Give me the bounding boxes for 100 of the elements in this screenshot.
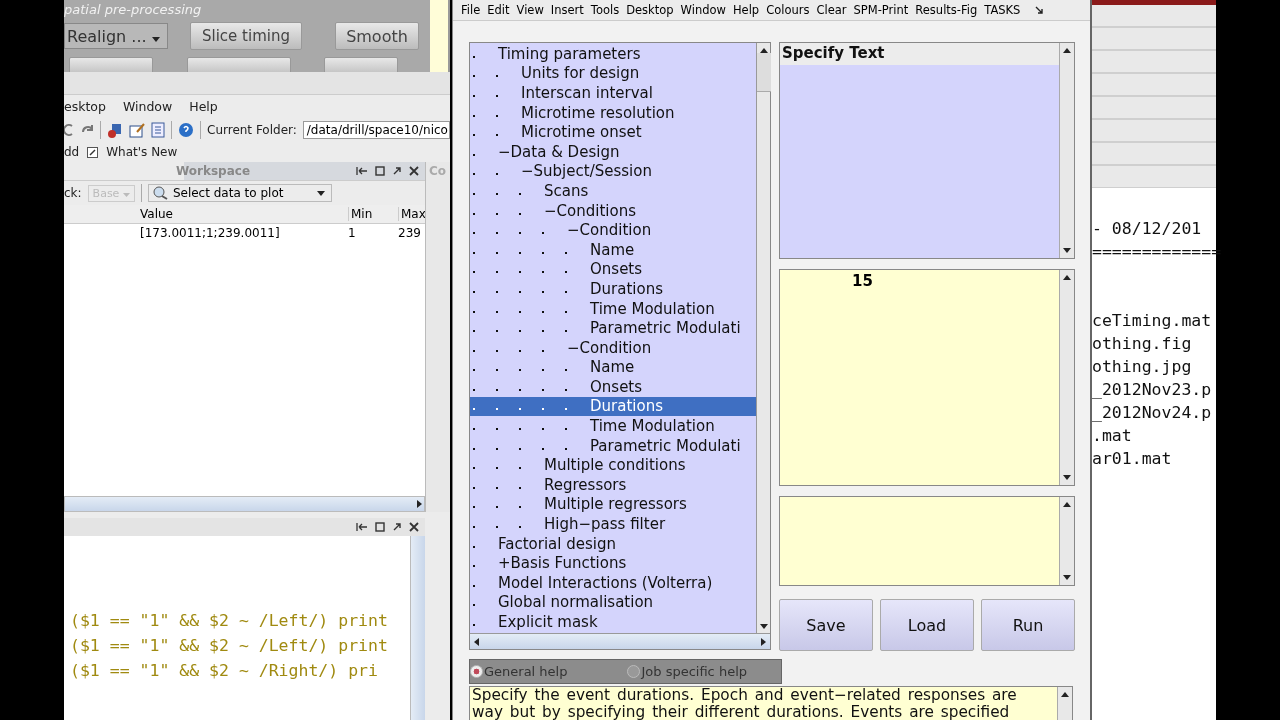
tree-item[interactable]: Multiple regressors [470, 494, 756, 515]
menu-item[interactable]: Insert [550, 3, 584, 17]
menu-item[interactable]: esktop [64, 99, 106, 114]
horizontal-scrollbar[interactable] [64, 496, 425, 512]
tree-item[interactable]: High−pass filter [470, 514, 756, 534]
code-line: ($1 == "1" && $2 ~ /Right/) pri [70, 660, 379, 682]
undock-icon[interactable] [356, 522, 368, 532]
arrow-icon[interactable] [392, 166, 402, 176]
menu-item[interactable]: Colours [766, 3, 810, 17]
maximize-icon[interactable] [375, 166, 385, 176]
maximize-icon[interactable] [375, 522, 385, 532]
radio-option[interactable]: Job specific help [627, 664, 747, 679]
radio-option[interactable]: General help [470, 664, 568, 679]
action-button[interactable]: Save [779, 599, 873, 651]
vertical-scrollbar[interactable] [756, 43, 770, 633]
tree-item[interactable]: −Data & Design [470, 141, 756, 162]
tree-item[interactable]: −Condition [470, 220, 756, 240]
tree-item[interactable]: Time Modulation [470, 298, 756, 319]
panel-title: Workspace [176, 164, 251, 178]
panel-title: Specify Text [780, 43, 1059, 65]
tree-item[interactable]: Parametric Modulati [470, 435, 756, 456]
vertical-scrollbar[interactable] [1057, 687, 1072, 720]
menu-item[interactable]: TASKS [984, 3, 1021, 17]
tree-item[interactable]: Model Interactions (Volterra) [470, 573, 756, 593]
module-button[interactable]: Smooth [335, 22, 419, 50]
tree-item[interactable]: −Conditions [470, 200, 756, 221]
scroll-down-icon[interactable] [1063, 248, 1071, 253]
tree-item[interactable]: Regressors [470, 475, 756, 495]
tree-item[interactable]: Factorial design [470, 533, 756, 554]
scroll-up-icon[interactable] [1063, 48, 1071, 53]
tree-item[interactable]: Timing parameters [470, 44, 756, 64]
realign-dropdown[interactable]: Realign ... [64, 23, 168, 49]
tree-item[interactable]: +Basis Functions [470, 553, 756, 574]
menu-item[interactable]: Tools [590, 3, 620, 17]
action-button[interactable]: Run [981, 599, 1075, 651]
tree-item[interactable]: −Subject/Session [470, 161, 756, 182]
arrow-icon[interactable] [1035, 6, 1044, 14]
scroll-up-icon[interactable] [1061, 692, 1069, 697]
close-icon[interactable] [409, 166, 419, 176]
scroll-thumb[interactable] [756, 53, 771, 92]
undo-icon[interactable] [64, 123, 74, 137]
column-header[interactable]: Min [348, 207, 398, 221]
output-line: .mat [1092, 426, 1132, 445]
current-folder-field[interactable]: /data/drill/space10/nico [302, 121, 450, 139]
output-line: - 08/12/201 [1092, 219, 1202, 238]
scroll-down-icon[interactable] [759, 624, 768, 629]
menu-item[interactable]: Clear [816, 3, 847, 17]
panel-title: patial pre-processing [64, 2, 203, 18]
tree-item[interactable]: Durations [470, 396, 756, 417]
tree-item[interactable]: Durations [470, 279, 756, 299]
table-cell-text: [173.0011;1;239.0011] [140, 226, 281, 240]
current-folder-label: Current Folder: [207, 123, 297, 137]
menu-item[interactable]: Help [189, 99, 218, 114]
scroll-right-icon[interactable] [415, 500, 424, 508]
tree-item[interactable]: Microtime resolution [470, 102, 756, 123]
caret-icon [122, 192, 130, 197]
tree-item[interactable]: −Condition [470, 337, 756, 358]
shortcut-item[interactable]: dd [64, 145, 80, 159]
tree-item[interactable]: Name [470, 357, 756, 378]
help-icon[interactable] [178, 122, 194, 138]
window-edge [430, 0, 450, 72]
tree-item[interactable]: Units for design [470, 63, 756, 84]
menu-item[interactable]: Edit [487, 3, 510, 17]
tree-item[interactable]: Global normalisation [470, 592, 756, 613]
tree-item[interactable]: Explicit mask [470, 612, 756, 632]
tree-item[interactable]: Name [470, 239, 756, 260]
menu-item[interactable]: Window [680, 3, 726, 17]
code-line: ($1 == "1" && $2 ~ /Left/) print [70, 610, 389, 632]
action-button[interactable]: Load [880, 599, 974, 651]
arrow-icon[interactable] [392, 522, 402, 532]
column-header[interactable]: Value [140, 207, 348, 221]
horizontal-scrollbar[interactable] [470, 633, 770, 649]
tree-item[interactable]: Multiple conditions [470, 455, 756, 476]
vertical-scrollbar[interactable] [410, 536, 425, 720]
tree-item[interactable]: Microtime onset [470, 122, 756, 142]
menu-item[interactable]: View [516, 3, 544, 17]
shortcut-item[interactable]: What's New [106, 145, 178, 159]
magnifier-icon [151, 186, 170, 200]
tree-item[interactable]: Scans [470, 181, 756, 201]
menu-item[interactable]: Window [122, 99, 173, 114]
output-line: ceTiming.mat [1092, 311, 1212, 330]
caret-icon [316, 190, 325, 196]
module-button[interactable]: Slice timing [190, 22, 302, 50]
tree-item[interactable]: Onsets [470, 259, 756, 280]
menu-item[interactable]: File [461, 3, 481, 17]
menu-item[interactable]: Desktop [626, 3, 674, 17]
undock-icon[interactable] [356, 166, 368, 176]
vertical-scrollbar[interactable] [1059, 43, 1074, 258]
close-icon[interactable] [409, 522, 419, 532]
output-line: othing.fig [1092, 334, 1192, 353]
help-text: Specify the event durations. Epoch and event−related responses are way but by specifying their different durations. Events are specified [469, 686, 1073, 720]
menu-item[interactable]: SPM-Print [853, 3, 909, 17]
menu-item[interactable]: Results-Fig [915, 3, 978, 17]
tree-item[interactable]: Interscan interval [470, 83, 756, 103]
tree-item[interactable]: Onsets [470, 377, 756, 397]
tree-item[interactable]: Parametric Modulati [470, 318, 756, 338]
table-cell-text: 239 [398, 226, 422, 240]
menu-item[interactable]: Help [732, 3, 760, 17]
plot-selector[interactable]: Select data to plot [147, 184, 332, 202]
tree-item[interactable]: Time Modulation [470, 416, 756, 436]
